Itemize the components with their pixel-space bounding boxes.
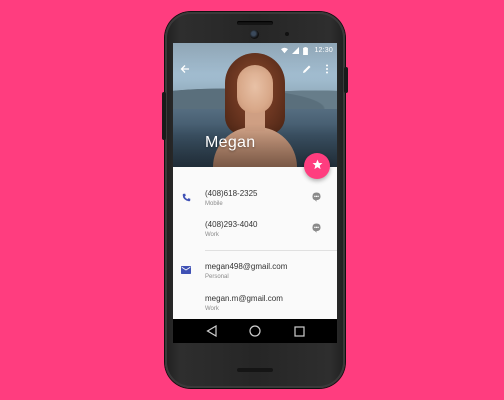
back-triangle-icon[interactable] bbox=[204, 324, 218, 338]
favorite-fab[interactable] bbox=[304, 153, 330, 179]
status-time: 12:30 bbox=[314, 46, 333, 54]
arrow-back-icon[interactable] bbox=[179, 63, 191, 75]
section-divider bbox=[205, 250, 337, 251]
pencil-icon[interactable] bbox=[301, 63, 313, 75]
recents-square-icon[interactable] bbox=[292, 324, 306, 338]
email-row-work[interactable]: megan.m@gmail.com Work bbox=[173, 292, 337, 322]
email-row-personal[interactable]: megan498@gmail.com Personal bbox=[173, 260, 337, 290]
front-camera bbox=[250, 30, 259, 39]
star-icon bbox=[312, 157, 323, 175]
volume-button bbox=[162, 92, 166, 140]
status-bar: 12:30 bbox=[173, 43, 337, 57]
phone-number: (408)293-4040 bbox=[205, 220, 258, 229]
email-type: Personal bbox=[205, 274, 229, 280]
bottom-speaker bbox=[237, 368, 273, 372]
background: 12:30 Megan (408)618-2325 Mobile (408)29… bbox=[0, 0, 504, 400]
navigation-bar bbox=[173, 319, 337, 343]
email-address: megan498@gmail.com bbox=[205, 262, 288, 271]
phone-row-mobile[interactable]: (408)618-2325 Mobile bbox=[173, 187, 337, 217]
earpiece-speaker bbox=[237, 21, 273, 25]
contact-details: (408)618-2325 Mobile (408)293-4040 Work bbox=[173, 167, 337, 319]
toolbar bbox=[173, 57, 337, 81]
wifi-icon bbox=[281, 47, 289, 54]
phone-icon bbox=[181, 192, 191, 202]
battery-icon bbox=[303, 46, 310, 55]
home-circle-icon[interactable] bbox=[248, 324, 262, 338]
signal-icon bbox=[292, 46, 300, 54]
message-icon[interactable] bbox=[311, 223, 321, 233]
proximity-sensor bbox=[285, 32, 289, 36]
power-button bbox=[344, 67, 348, 93]
email-address: megan.m@gmail.com bbox=[205, 294, 283, 303]
message-icon[interactable] bbox=[311, 192, 321, 202]
email-icon bbox=[181, 265, 191, 275]
phone-row-work[interactable]: (408)293-4040 Work bbox=[173, 218, 337, 248]
phone-screen: 12:30 Megan (408)618-2325 Mobile (408)29… bbox=[173, 43, 337, 343]
more-vert-icon[interactable] bbox=[321, 63, 333, 75]
phone-type: Mobile bbox=[205, 201, 223, 207]
phone-type: Work bbox=[205, 232, 219, 238]
email-type: Work bbox=[205, 306, 219, 312]
phone-number: (408)618-2325 bbox=[205, 189, 258, 198]
contact-name: Megan bbox=[205, 134, 256, 151]
